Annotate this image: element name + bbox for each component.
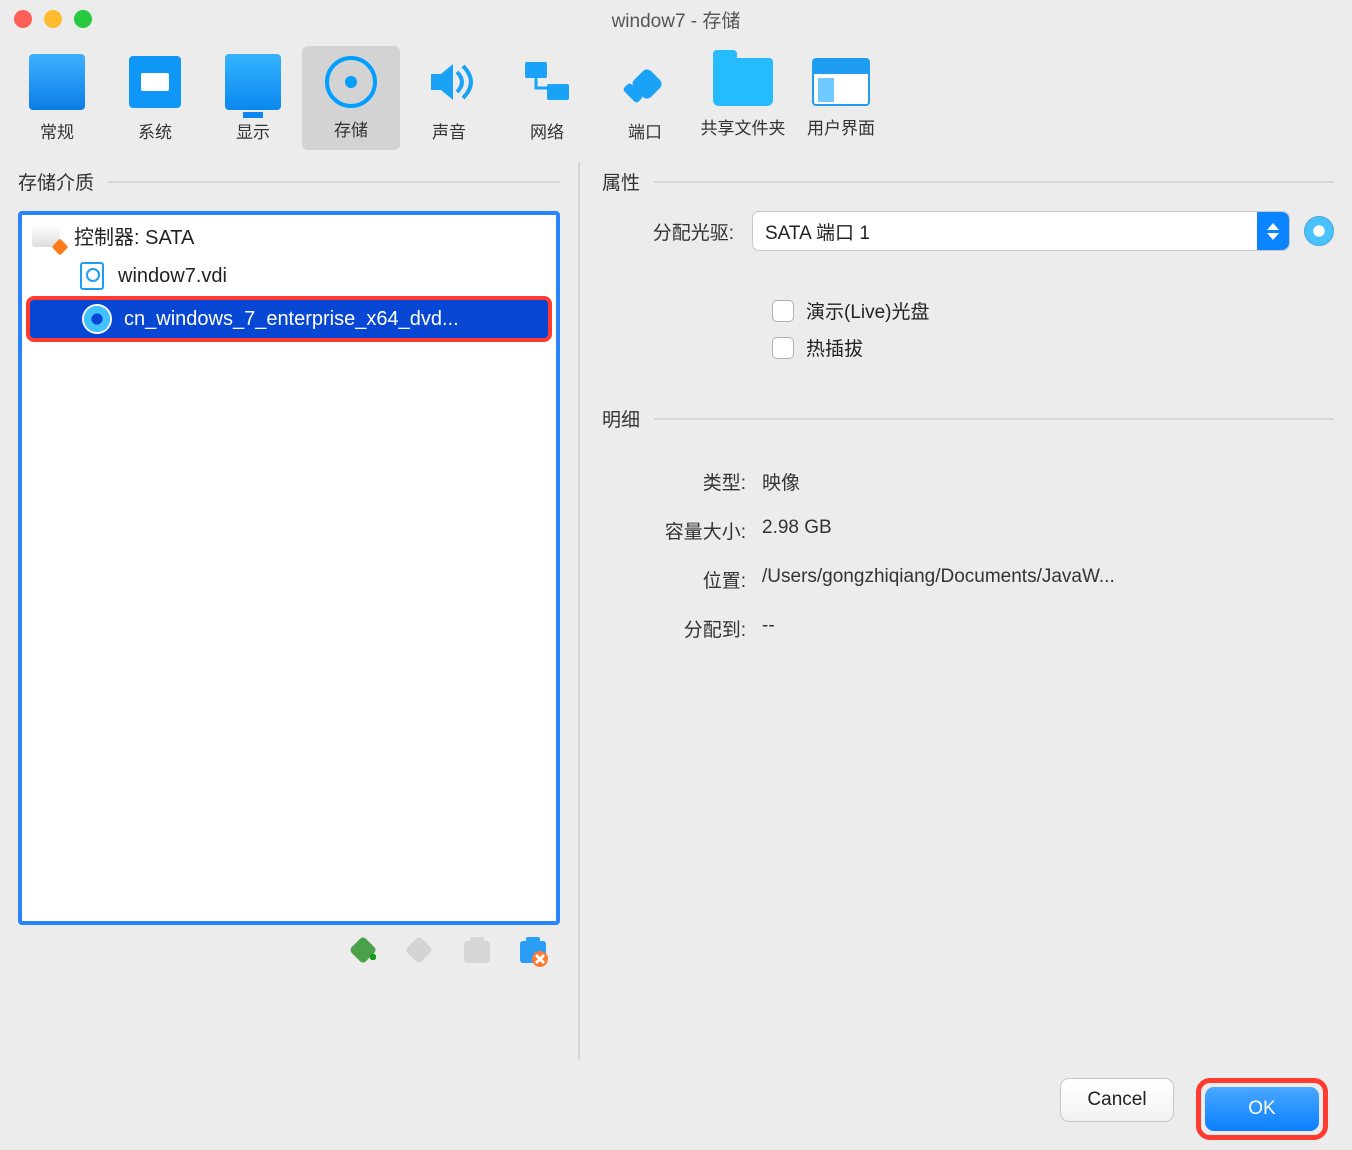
close-window-button[interactable] xyxy=(14,10,32,28)
storage-devices-title: 存储介质 xyxy=(18,168,108,195)
storage-tree[interactable]: 控制器: SATA window7.vdi cn_windows_7_enter… xyxy=(18,211,560,925)
storage-item-hdd[interactable]: window7.vdi xyxy=(22,256,556,296)
live-cd-row: 演示(Live)光盘 xyxy=(772,297,1334,324)
details-title: 明细 xyxy=(602,405,654,432)
cancel-button-label: Cancel xyxy=(1087,1089,1146,1111)
tab-general[interactable]: 常规 xyxy=(8,46,106,150)
select-value: SATA 端口 1 xyxy=(765,218,870,245)
tab-label: 端口 xyxy=(628,118,662,143)
tab-display[interactable]: 显示 xyxy=(204,46,302,150)
plug-icon xyxy=(617,54,673,110)
storage-item-label: window7.vdi xyxy=(118,265,227,288)
storage-item-label: cn_windows_7_enterprise_x64_dvd... xyxy=(124,308,459,331)
detail-type-label: 类型: xyxy=(602,468,762,495)
attributes-title: 属性 xyxy=(602,168,654,195)
optical-drive-row: 分配光驱: SATA 端口 1 xyxy=(602,211,1334,251)
tab-label: 系统 xyxy=(138,118,172,143)
detail-attached-label: 分配到: xyxy=(602,615,762,642)
tab-label: 声音 xyxy=(432,118,466,143)
tab-shared-folders[interactable]: 共享文件夹 xyxy=(694,46,792,150)
remove-attachment-button[interactable] xyxy=(516,935,550,969)
controller-row[interactable]: 控制器: SATA xyxy=(22,215,556,256)
controller-icon xyxy=(32,225,60,247)
detail-type-row: 类型: 映像 xyxy=(602,468,1334,495)
tab-network[interactable]: 网络 xyxy=(498,46,596,150)
network-icon xyxy=(519,54,575,110)
detail-type-value: 映像 xyxy=(762,468,1334,495)
detail-size-label: 容量大小: xyxy=(602,517,762,544)
tab-label: 存储 xyxy=(334,116,368,141)
zoom-window-button[interactable] xyxy=(74,10,92,28)
disk-icon xyxy=(325,56,377,108)
chip-icon xyxy=(127,54,183,110)
storage-tree-toolbar xyxy=(18,925,560,969)
detail-attached-row: 分配到: -- xyxy=(602,615,1334,642)
window-title: window7 - 存储 xyxy=(0,6,1352,33)
harddisk-icon xyxy=(80,262,104,290)
tab-ports[interactable]: 端口 xyxy=(596,46,694,150)
add-attachment-button xyxy=(460,935,494,969)
live-cd-label: 演示(Live)光盘 xyxy=(806,297,930,324)
tab-audio[interactable]: 声音 xyxy=(400,46,498,150)
folder-icon xyxy=(713,58,773,106)
hotplug-checkbox[interactable] xyxy=(772,337,794,359)
detail-attached-value: -- xyxy=(762,615,1334,642)
hotplug-label: 热插拔 xyxy=(806,334,863,361)
choose-disk-button[interactable] xyxy=(1304,216,1334,246)
optical-disc-icon xyxy=(84,306,110,332)
tab-label: 常规 xyxy=(40,118,74,143)
tab-user-interface[interactable]: 用户界面 xyxy=(792,46,890,150)
remove-controller-button xyxy=(404,935,438,969)
detail-location-value: /Users/gongzhiqiang/Documents/JavaW... xyxy=(762,566,1334,593)
optical-drive-label: 分配光驱: xyxy=(602,218,752,245)
ok-button[interactable]: OK xyxy=(1205,1087,1319,1131)
speaker-icon xyxy=(421,54,477,110)
tab-label: 用户界面 xyxy=(807,114,875,139)
detail-size-value: 2.98 GB xyxy=(762,517,1334,544)
optical-drive-select[interactable]: SATA 端口 1 xyxy=(752,211,1290,251)
main-content: 存储介质 控制器: SATA window7.vdi cn_windows_7_… xyxy=(0,150,1352,1060)
hotplug-row: 热插拔 xyxy=(772,334,1334,361)
detail-size-row: 容量大小: 2.98 GB xyxy=(602,517,1334,544)
settings-toolbar: 常规 系统 显示 存储 声音 网络 端口 共享文件夹 用户界面 xyxy=(0,38,1352,150)
cancel-button[interactable]: Cancel xyxy=(1060,1078,1174,1122)
storage-devices-panel: 存储介质 控制器: SATA window7.vdi cn_windows_7_… xyxy=(18,162,578,1060)
divider xyxy=(108,181,560,183)
tab-label: 显示 xyxy=(236,118,270,143)
storage-item-optical[interactable]: cn_windows_7_enterprise_x64_dvd... xyxy=(26,296,552,342)
tab-label: 共享文件夹 xyxy=(701,114,786,139)
display-icon xyxy=(225,54,281,110)
divider xyxy=(654,418,1334,420)
attributes-panel: 属性 分配光驱: SATA 端口 1 演示(Live)光盘 热插拔 明细 xyxy=(580,162,1334,1060)
tab-system[interactable]: 系统 xyxy=(106,46,204,150)
controller-label: 控制器: SATA xyxy=(74,221,194,250)
chevron-updown-icon xyxy=(1257,212,1289,250)
window-layout-icon xyxy=(812,58,870,106)
monitor-icon xyxy=(29,54,85,110)
detail-location-label: 位置: xyxy=(602,566,762,593)
titlebar: window7 - 存储 xyxy=(0,0,1352,38)
ok-button-label: OK xyxy=(1248,1098,1275,1120)
tab-label: 网络 xyxy=(530,118,564,143)
minimize-window-button[interactable] xyxy=(44,10,62,28)
window-controls xyxy=(14,10,92,28)
tab-storage[interactable]: 存储 xyxy=(302,46,400,150)
divider xyxy=(654,181,1334,183)
dialog-footer: Cancel OK xyxy=(0,1060,1352,1140)
add-controller-button[interactable] xyxy=(348,935,382,969)
ok-highlight: OK xyxy=(1196,1078,1328,1140)
live-cd-checkbox[interactable] xyxy=(772,300,794,322)
detail-location-row: 位置: /Users/gongzhiqiang/Documents/JavaW.… xyxy=(602,566,1334,593)
